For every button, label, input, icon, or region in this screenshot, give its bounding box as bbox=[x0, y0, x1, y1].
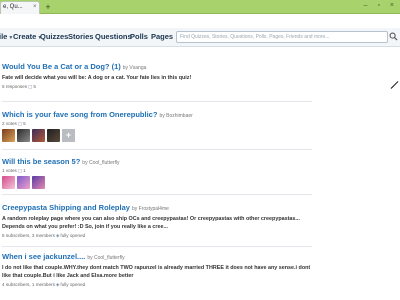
browser-tab-strip: e, Qu... × + – ▫ × bbox=[0, 0, 400, 14]
item-meta: 5 subscribers, 3 members◈fully opened bbox=[2, 233, 86, 238]
divider bbox=[2, 149, 312, 150]
comment-count: 5 bbox=[23, 121, 26, 126]
comment-icon: ▢ bbox=[17, 121, 23, 126]
item-description: Fate will decide what you will be: A dog… bbox=[2, 75, 192, 81]
nav-item-polls[interactable]: Polls bbox=[130, 32, 148, 41]
item-author[interactable]: by Cool_flutterfly bbox=[87, 255, 124, 261]
nav-item-quizzes[interactable]: Quizzes bbox=[40, 32, 68, 41]
subscriber-count: 5 subscribers bbox=[2, 233, 30, 238]
nav-item-stories[interactable]: Stories bbox=[68, 32, 93, 41]
nav-item-pages[interactable]: Pages bbox=[151, 32, 173, 41]
thumbnail-row bbox=[2, 176, 314, 189]
item-title-link[interactable]: Creepypasta Shipping and Roleplay bbox=[2, 203, 130, 212]
item-author[interactable]: by Bozhimbaer bbox=[159, 113, 192, 119]
character-thumbnail[interactable] bbox=[17, 176, 30, 189]
comment-icon: ▢ bbox=[17, 168, 23, 173]
comment-count: 5 bbox=[33, 84, 36, 89]
comment-count: 1 bbox=[23, 168, 26, 173]
nav-item-create[interactable]: Create▼ bbox=[13, 32, 42, 41]
item-author[interactable]: by Vsanga bbox=[123, 65, 147, 71]
nav-label: ile bbox=[0, 32, 8, 41]
nav-item-questions[interactable]: Questions bbox=[95, 32, 132, 41]
nav-item-profile[interactable]: ile▼ bbox=[0, 32, 13, 41]
window-controls[interactable]: – ▫ × bbox=[364, 2, 398, 9]
vote-count: 1 votes bbox=[2, 168, 17, 173]
cursor-line bbox=[390, 81, 399, 89]
nav-label: Create bbox=[13, 32, 37, 41]
page-status: fully opened bbox=[60, 282, 86, 287]
divider bbox=[2, 101, 312, 102]
item-meta: 1 votes▢1 bbox=[2, 168, 314, 174]
item-description: A random roleplay page where you can als… bbox=[2, 216, 300, 230]
tab-title: e, Qu... bbox=[3, 4, 23, 10]
item-meta: 2 votes▢5 bbox=[2, 121, 314, 127]
album-thumbnail[interactable] bbox=[32, 129, 45, 142]
item-author[interactable]: by Cool_flutterfly bbox=[82, 160, 119, 166]
album-thumbnail[interactable] bbox=[17, 129, 30, 142]
subscriber-count: 4 subscribers bbox=[2, 282, 30, 287]
item-author[interactable]: by Frostypal4me bbox=[132, 206, 169, 212]
item-meta: 4 subscribers, 1 members◈fully opened bbox=[2, 282, 86, 287]
site-navbar: ile▼ Create▼ Quizzes Stories Questions P… bbox=[0, 28, 400, 47]
member-count: 1 members bbox=[31, 282, 55, 287]
close-icon[interactable]: × bbox=[33, 2, 37, 13]
divider bbox=[2, 246, 312, 247]
new-tab-button[interactable]: + bbox=[43, 2, 53, 12]
list-item: When i see jackunzel.... by Cool_flutterf… bbox=[2, 252, 314, 288]
item-meta: 5 responses▢5 bbox=[2, 84, 314, 90]
member-count: 3 members bbox=[31, 233, 55, 238]
page-status: fully opened bbox=[60, 233, 86, 238]
vote-count: 2 votes bbox=[2, 121, 17, 126]
divider bbox=[2, 194, 312, 195]
lock-open-icon: ◈ bbox=[55, 282, 60, 287]
lock-open-icon: ◈ bbox=[55, 233, 60, 238]
more-thumbnails-icon[interactable]: + bbox=[62, 129, 75, 142]
item-title-link[interactable]: Would You Be a Cat or a Dog? (1) bbox=[2, 62, 121, 71]
item-title-link[interactable]: Which is your fave song from Onerepublic… bbox=[2, 110, 157, 119]
character-thumbnail[interactable] bbox=[32, 176, 45, 189]
character-thumbnail[interactable] bbox=[2, 176, 15, 189]
album-thumbnail[interactable] bbox=[47, 129, 60, 142]
item-description: I do not like that couple.WHY.they dont … bbox=[2, 265, 311, 279]
thumbnail-row: + bbox=[2, 129, 314, 142]
search-icon[interactable] bbox=[389, 32, 398, 41]
list-item: Will this be season 5? by Cool_flutterfly… bbox=[2, 157, 314, 189]
response-count: 5 responses bbox=[2, 84, 28, 89]
list-item: Which is your fave song from Onerepublic… bbox=[2, 110, 314, 142]
album-thumbnail[interactable] bbox=[2, 129, 15, 142]
item-title-link[interactable]: When i see jackunzel.... bbox=[2, 252, 85, 261]
item-title-link[interactable]: Will this be season 5? bbox=[2, 157, 80, 166]
list-item: Creepypasta Shipping and Roleplay by Fros… bbox=[2, 203, 314, 239]
search-input[interactable]: Find Quizzes, Stories, Questions, Polls,… bbox=[176, 31, 388, 43]
list-item: Would You Be a Cat or a Dog? (1) by Vsang… bbox=[2, 62, 314, 90]
comment-icon: ▢ bbox=[28, 84, 33, 89]
browser-tab[interactable]: e, Qu... × bbox=[0, 1, 40, 14]
